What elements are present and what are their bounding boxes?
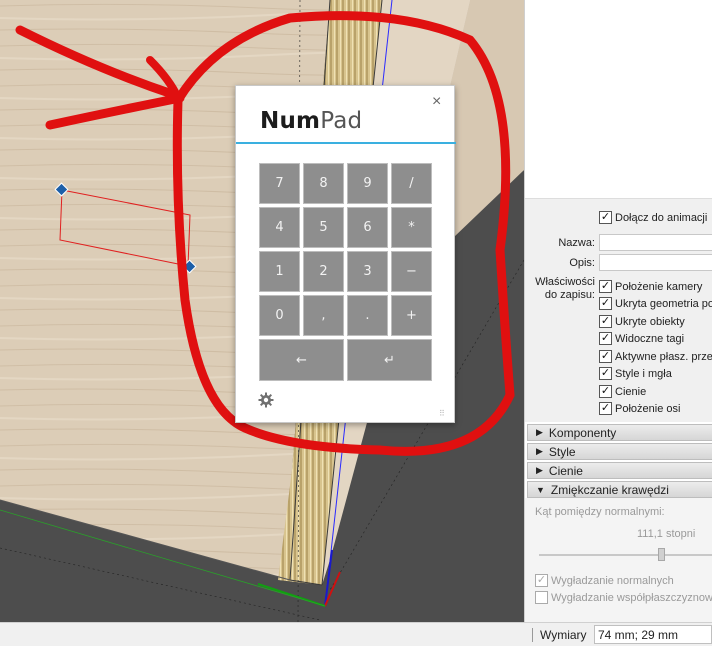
default-tray: ✓ Dołącz do animacji Nazwa: Opis: Właści… xyxy=(524,0,712,622)
key-comma[interactable]: , xyxy=(303,295,344,336)
checkbox-icon[interactable]: ✓ xyxy=(535,574,548,587)
numpad-title-underline xyxy=(236,142,456,144)
soften-coplanar-label: Wygładzanie współpłaszczyznowyc xyxy=(551,591,712,604)
include-animation-checkbox[interactable]: ✓ xyxy=(599,211,612,224)
key-5[interactable]: 5 xyxy=(303,207,344,248)
close-icon[interactable]: × xyxy=(432,93,441,111)
section-soften-edges[interactable]: ▼ Zmiękczanie krawędzi xyxy=(527,481,712,498)
key-multiply[interactable]: * xyxy=(391,207,432,248)
prop-label: Widoczne tagi xyxy=(615,332,685,345)
soften-coplanar-row[interactable]: Wygładzanie współpłaszczyznowyc xyxy=(535,591,712,604)
section-components[interactable]: ▶ Komponenty xyxy=(527,424,712,441)
smooth-normals-label: Wygładzanie normalnych xyxy=(551,574,674,587)
prop-label: Położenie osi xyxy=(615,402,681,415)
scene-properties-panel: ✓ Dołącz do animacji Nazwa: Opis: Właści… xyxy=(525,198,712,422)
prop-label: Położenie kamery xyxy=(615,280,703,293)
numpad-title-bold: Num xyxy=(260,108,321,134)
include-animation-row[interactable]: ✓ Dołącz do animacji xyxy=(599,211,707,224)
measurements-input[interactable]: 74 mm; 29 mm xyxy=(594,625,712,644)
key-9[interactable]: 9 xyxy=(347,163,388,204)
angle-slider-track[interactable] xyxy=(539,554,712,556)
section-label: Zmiękczanie krawędzi xyxy=(550,482,669,497)
numpad-dialog: NumPad × 7 8 9 / 4 5 6 * 1 2 3 − 0 , . +… xyxy=(235,85,456,423)
name-label: Nazwa: xyxy=(558,237,595,249)
expand-arrow-icon: ▶ xyxy=(536,465,543,475)
prop-visible-tags[interactable]: ✓ Widoczne tagi xyxy=(599,332,684,345)
section-label: Style xyxy=(548,444,576,459)
key-minus[interactable]: − xyxy=(391,251,432,292)
checkbox-icon[interactable]: ✓ xyxy=(599,332,612,345)
description-label: Opis: xyxy=(569,257,595,269)
checkbox-icon[interactable]: ✓ xyxy=(599,402,612,415)
key-6[interactable]: 6 xyxy=(347,207,388,248)
numpad-title-light: Pad xyxy=(320,108,363,134)
key-backspace[interactable]: ← xyxy=(259,339,344,381)
section-label: Cienie xyxy=(548,463,583,478)
key-enter[interactable]: ↵ xyxy=(347,339,432,381)
prop-label: Style i mgła xyxy=(615,367,672,380)
angle-slider-thumb[interactable] xyxy=(657,548,665,561)
soften-edges-panel: Kąt pomiędzy normalnymi: 111,1 stopni ✓ W… xyxy=(525,498,712,622)
measurements-label: Wymiary xyxy=(540,628,587,642)
angle-value: 111,1 stopni xyxy=(637,528,696,540)
checkbox-icon[interactable]: ✓ xyxy=(599,350,612,363)
properties-label-line1: Właściwości xyxy=(535,276,595,288)
checkbox-icon[interactable] xyxy=(535,591,548,604)
prop-shadows[interactable]: ✓ Cienie xyxy=(599,385,646,398)
section-styles[interactable]: ▶ Style xyxy=(527,443,712,460)
key-period[interactable]: . xyxy=(347,295,388,336)
scene-description-field[interactable] xyxy=(599,254,712,271)
status-bar: Wymiary 74 mm; 29 mm xyxy=(0,622,712,646)
smooth-normals-row[interactable]: ✓ Wygładzanie normalnych xyxy=(535,574,674,587)
checkbox-icon[interactable]: ✓ xyxy=(599,385,612,398)
expand-arrow-icon: ▶ xyxy=(536,446,543,456)
section-shadows[interactable]: ▶ Cienie xyxy=(527,462,712,479)
key-divide[interactable]: / xyxy=(391,163,432,204)
prop-camera-location[interactable]: ✓ Położenie kamery xyxy=(599,280,702,293)
include-animation-label: Dołącz do animacji xyxy=(615,211,708,224)
section-label: Komponenty xyxy=(548,425,617,440)
prop-hidden-geometry[interactable]: ✓ Ukryta geometria poz xyxy=(599,297,712,310)
numpad-title: NumPad xyxy=(260,108,362,134)
key-1[interactable]: 1 xyxy=(259,251,300,292)
prop-label: Cienie xyxy=(615,385,647,398)
prop-label: Ukryte obiekty xyxy=(615,315,685,328)
key-7[interactable]: 7 xyxy=(259,163,300,204)
prop-hidden-objects[interactable]: ✓ Ukryte obiekty xyxy=(599,315,685,328)
gear-icon[interactable] xyxy=(258,392,274,408)
angle-label: Kąt pomiędzy normalnymi: xyxy=(535,506,665,518)
checkbox-icon[interactable]: ✓ xyxy=(599,315,612,328)
key-plus[interactable]: + xyxy=(391,295,432,336)
key-4[interactable]: 4 xyxy=(259,207,300,248)
checkbox-icon[interactable]: ✓ xyxy=(599,367,612,380)
expand-arrow-icon: ▶ xyxy=(536,427,543,437)
prop-label: Ukryta geometria poz xyxy=(615,297,712,310)
resize-grip-icon[interactable]: ⠿ xyxy=(439,409,445,418)
prop-label: Aktywne płasz. przek xyxy=(615,350,712,363)
checkbox-icon[interactable]: ✓ xyxy=(599,280,612,293)
prop-style-fog[interactable]: ✓ Style i mgła xyxy=(599,367,672,380)
prop-axes-location[interactable]: ✓ Położenie osi xyxy=(599,402,680,415)
key-2[interactable]: 2 xyxy=(303,251,344,292)
scene-name-field[interactable] xyxy=(599,234,712,251)
checkbox-icon[interactable]: ✓ xyxy=(599,297,612,310)
key-3[interactable]: 3 xyxy=(347,251,388,292)
prop-active-section-planes[interactable]: ✓ Aktywne płasz. przek xyxy=(599,350,712,363)
key-8[interactable]: 8 xyxy=(303,163,344,204)
status-separator xyxy=(532,628,533,642)
key-0[interactable]: 0 xyxy=(259,295,300,336)
properties-label-line2: do zapisu: xyxy=(544,289,595,301)
collapse-arrow-icon: ▼ xyxy=(536,484,545,495)
